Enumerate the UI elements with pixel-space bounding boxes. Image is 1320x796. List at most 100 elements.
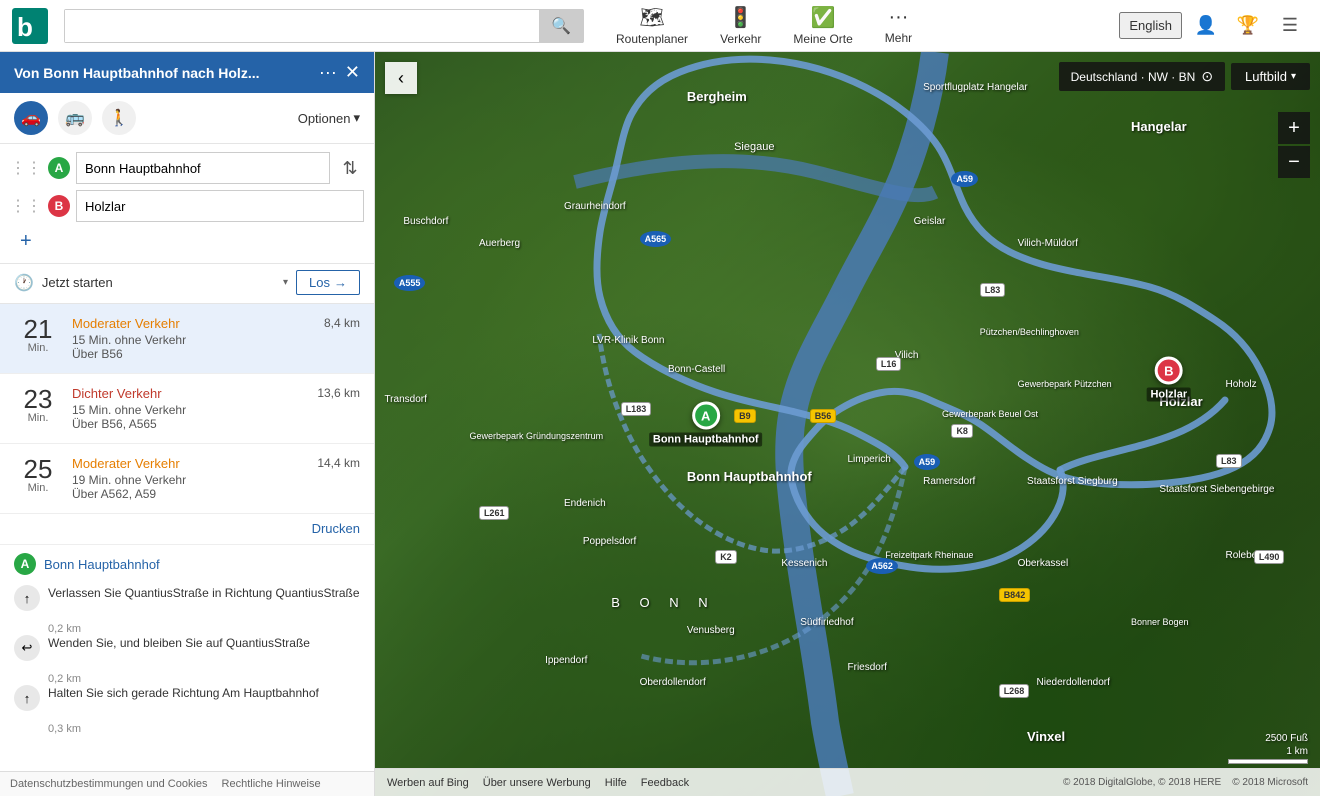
map-label-putzchen: Pützchen/Bechlinghoven	[980, 327, 1079, 337]
scale-line	[1228, 759, 1308, 764]
route-option-2[interactable]: 23 Min. Dichter Verkehr 15 Min. ohne Ver…	[0, 374, 374, 444]
zoom-in-button[interactable]: +	[1278, 112, 1310, 144]
map-back-button[interactable]: ‹	[385, 62, 417, 94]
map-label-geislar: Geislar	[914, 216, 946, 227]
footer-legal-link[interactable]: Rechtliche Hinweise	[222, 778, 321, 790]
directions-title: Von Bonn Hauptbahnhof nach Holz...	[14, 65, 319, 81]
step-distance-3: 0,3 km	[48, 723, 360, 735]
map-controls-top-left: ‹	[385, 62, 417, 94]
routenplaner-icon: 🗺	[639, 5, 664, 30]
map-label-friesdorf: Friesdorf	[848, 662, 887, 673]
map-type-button[interactable]: Luftbild ▾	[1231, 63, 1310, 90]
map-type-label: Luftbild	[1245, 69, 1287, 84]
go-arrow-icon: →	[334, 275, 347, 290]
waypoint-start-input[interactable]	[76, 152, 330, 184]
road-l83-2: L83	[1216, 454, 1242, 468]
map-canvas: Bergheim Sportflugplatz Hangelar Hangela…	[375, 52, 1320, 796]
marker-b-circle: B	[1155, 357, 1183, 385]
route-details-2: Dichter Verkehr 15 Min. ohne Verkehr Übe…	[72, 386, 307, 431]
more-options-icon[interactable]: ···	[319, 62, 337, 83]
map-label-lvr: LVR-Klinik Bonn	[592, 335, 664, 346]
options-chevron-icon: ▾	[353, 110, 360, 126]
swap-waypoints-button[interactable]: ⇅	[336, 154, 364, 182]
transport-bus-button[interactable]: 🚌	[58, 101, 92, 135]
options-label: Optionen	[298, 111, 351, 126]
drag-handle-end[interactable]: ⋮⋮	[10, 196, 42, 216]
trophy-icon-button[interactable]: 🏆	[1230, 8, 1266, 44]
go-button[interactable]: Los →	[296, 270, 360, 295]
route-traffic-1: Moderater Verkehr	[72, 316, 314, 331]
svg-text:b: b	[17, 12, 33, 42]
road-a562: A562	[866, 558, 898, 574]
route-sub1-1: 15 Min. ohne Verkehr	[72, 333, 314, 347]
search-button[interactable]: 🔍	[539, 9, 583, 43]
route-option-3[interactable]: 25 Min. Moderater Verkehr 19 Min. ohne V…	[0, 444, 374, 514]
map-label-bergheim: Bergheim	[687, 89, 747, 104]
road-a59-2: A59	[914, 454, 941, 470]
map-area[interactable]: Bergheim Sportflugplatz Hangelar Hangela…	[375, 52, 1320, 796]
route-unit-2: Min.	[14, 412, 62, 424]
map-label-limperich: Limperich	[848, 454, 891, 465]
route-traffic-2: Dichter Verkehr	[72, 386, 307, 401]
step-icon-3: ↑	[14, 685, 40, 711]
map-marker-b: B Holzlar	[1146, 357, 1191, 402]
road-a59-1: A59	[951, 171, 978, 187]
waypoint-end-row: ⋮⋮ B	[10, 190, 364, 222]
transport-walk-button[interactable]: 🚶	[102, 101, 136, 135]
step-text-3: Halten Sie sich gerade Richtung Am Haupt…	[48, 685, 319, 702]
road-k8: K8	[951, 424, 973, 438]
sidebar-footer: Datenschutzbestimmungen und Cookies Rech…	[0, 771, 374, 796]
sidebar: Von Bonn Hauptbahnhof nach Holz... ··· ✕…	[0, 52, 375, 796]
nav-item-mehr[interactable]: ··· Mehr	[871, 2, 926, 49]
step-row-3: ↑ Halten Sie sich gerade Richtung Am Hau…	[14, 685, 360, 711]
options-button[interactable]: Optionen ▾	[298, 110, 360, 126]
footer-help-link[interactable]: Hilfe	[605, 777, 627, 789]
footer-advertise-link[interactable]: Werben auf Bing	[387, 777, 469, 789]
search-input[interactable]	[65, 10, 539, 42]
menu-icon-button[interactable]: ☰	[1272, 8, 1308, 44]
route-options-list: 21 Min. Moderater Verkehr 15 Min. ohne V…	[0, 304, 374, 771]
road-b56: B56	[810, 409, 837, 423]
scale-bar-inner	[1228, 759, 1308, 764]
map-label-oberdollendorf: Niederdollendorf	[1037, 677, 1110, 688]
route-option-1[interactable]: 21 Min. Moderater Verkehr 15 Min. ohne V…	[0, 304, 374, 374]
nav-label-verkehr: Verkehr	[720, 32, 761, 46]
depart-row: 🕐 Jetzt starten ▾ Los →	[0, 264, 374, 304]
route-time-1: 21 Min.	[14, 316, 62, 354]
drag-handle-start[interactable]: ⋮⋮	[10, 158, 42, 178]
depart-dropdown-icon[interactable]: ▾	[283, 277, 288, 288]
map-location-button[interactable]: Deutschland · NW · BN ⊙	[1059, 62, 1225, 91]
bing-logo[interactable]: b	[12, 8, 48, 44]
add-stop-button[interactable]: +	[10, 228, 42, 255]
attribution-text: © 2018 DigitalGlobe, © 2018 HERE	[1063, 777, 1221, 788]
nav-item-verkehr[interactable]: 🚦 Verkehr	[706, 1, 775, 50]
map-label-ippendorf: Oberdollendorf	[640, 677, 706, 688]
route-distance-2: 13,6 km	[317, 386, 360, 400]
scale-label-1: 2500 Fuß	[1265, 733, 1308, 744]
marker-b-label: Holzlar	[1146, 388, 1191, 402]
nav-item-meine-orte[interactable]: ✅ Meine Orte	[779, 1, 866, 50]
footer-feedback-link[interactable]: Feedback	[641, 777, 689, 789]
map-label-vilich: Vilich	[895, 350, 919, 361]
road-l16: L16	[876, 357, 902, 371]
waypoint-end-input[interactable]	[76, 190, 364, 222]
user-icon-button[interactable]: 👤	[1188, 8, 1224, 44]
route-unit-1: Min.	[14, 342, 62, 354]
footer-about-link[interactable]: Über unsere Werbung	[483, 777, 591, 789]
transport-car-button[interactable]: 🚗	[14, 101, 48, 135]
language-button[interactable]: English	[1119, 12, 1182, 39]
map-label-auerberg: Auerberg	[479, 238, 520, 249]
nav-item-routenplaner[interactable]: 🗺 Routenplaner	[602, 1, 702, 50]
print-button[interactable]: Drucken	[312, 521, 360, 536]
map-label-venusberg: Venusberg	[687, 625, 735, 636]
map-footer-links: Werben auf Bing Über unsere Werbung Hilf…	[387, 777, 689, 789]
copyright-text: © 2018 Microsoft	[1232, 777, 1308, 788]
route-unit-3: Min.	[14, 482, 62, 494]
zoom-out-button[interactable]: −	[1278, 146, 1310, 178]
close-icon[interactable]: ✕	[345, 62, 360, 83]
map-attribution: © 2018 DigitalGlobe, © 2018 HERE © 2018 …	[1063, 777, 1308, 788]
location-label: Deutschland · NW · BN	[1071, 70, 1196, 84]
footer-privacy-link[interactable]: Datenschutzbestimmungen und Cookies	[10, 778, 208, 790]
route-sub1-2: 15 Min. ohne Verkehr	[72, 403, 307, 417]
marker-a-label: Bonn Hauptbahnhof	[649, 433, 763, 447]
